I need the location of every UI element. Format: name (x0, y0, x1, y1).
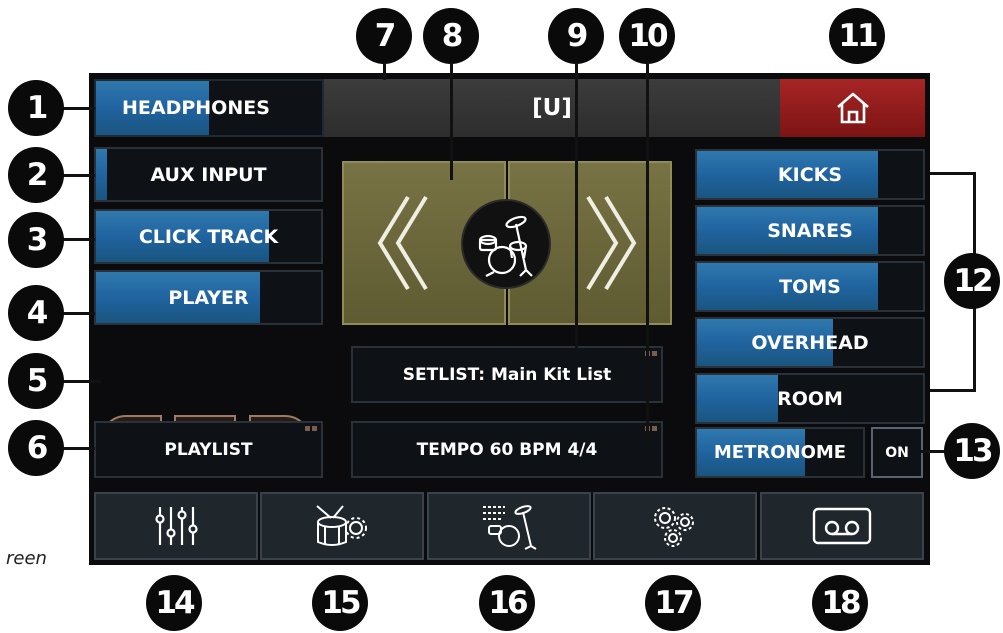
metronome-volume-button[interactable]: METRONOME (695, 427, 865, 478)
callout-13: 13 (944, 423, 1000, 479)
callout-line (646, 64, 649, 440)
channel-overhead-button[interactable]: OVERHEAD (695, 317, 925, 368)
callout-12: 12 (944, 253, 1000, 309)
callout-5: 5 (8, 353, 64, 409)
callout-17: 17 (645, 575, 701, 631)
headphones-label: HEADPHONES (122, 97, 270, 119)
double-chevron-right-icon (586, 195, 637, 291)
callout-18: 18 (812, 575, 868, 631)
nav-kit-setlist-button[interactable] (427, 492, 591, 560)
callout-7: 7 (356, 8, 412, 64)
nav-system-settings-button[interactable] (593, 492, 757, 560)
tempo-button[interactable]: TEMPO 60 BPM 4/4 (351, 421, 663, 478)
drum-kit-icon (478, 215, 533, 277)
metronome-on-toggle[interactable]: ON (871, 427, 923, 478)
channel-toms-label: TOMS (779, 275, 841, 298)
player-volume-button[interactable]: PLAYER (94, 270, 323, 325)
kit-name-bar: [U] (324, 79, 780, 137)
callout-14: 14 (146, 575, 202, 631)
click-track-label: CLICK TRACK (138, 225, 279, 248)
mixer-sliders-icon (155, 507, 198, 545)
side-caption: reen (6, 548, 47, 569)
callout-line (383, 64, 386, 80)
home-button[interactable] (780, 79, 925, 137)
channel-overhead-label: OVERHEAD (751, 331, 869, 354)
callout-1: 1 (8, 80, 64, 136)
metronome-label: METRONOME (713, 442, 847, 463)
click-track-volume-button[interactable]: CLICK TRACK (94, 209, 323, 264)
nav-mixer-button[interactable] (94, 492, 258, 560)
playlist-label: PLAYLIST (164, 439, 253, 460)
kit-selector (342, 161, 672, 325)
callout-11: 11 (829, 8, 885, 64)
player-label: PLAYER (168, 286, 249, 309)
nav-drum-settings-button[interactable] (260, 492, 424, 560)
metronome-toggle-label: ON (885, 444, 909, 461)
callout-8: 8 (423, 8, 479, 64)
callout-15: 15 (312, 575, 368, 631)
nav-recorder-button[interactable] (760, 492, 924, 560)
setlist-button[interactable]: SETLIST: Main Kit List (351, 346, 663, 403)
channel-snares-label: SNARES (767, 219, 853, 242)
callout-9: 9 (548, 8, 604, 64)
channel-toms-button[interactable]: TOMS (695, 261, 925, 312)
channel-room-button[interactable]: ROOM (695, 373, 925, 424)
aux-input-label: AUX INPUT (150, 163, 267, 186)
headphones-volume-button[interactable]: HEADPHONES (94, 79, 324, 137)
callout-10: 10 (619, 8, 675, 64)
callout-16: 16 (479, 575, 535, 631)
home-icon (836, 92, 869, 124)
double-chevron-left-icon (377, 195, 428, 291)
channel-snares-button[interactable]: SNARES (695, 205, 925, 256)
callout-line (450, 64, 453, 180)
aux-input-volume-button[interactable]: AUX INPUT (94, 147, 323, 202)
callout-6: 6 (8, 420, 64, 476)
callout-line (930, 172, 975, 175)
channel-kicks-label: KICKS (777, 163, 843, 186)
recorder-cassette-icon (812, 507, 872, 545)
channel-kicks-button[interactable]: KICKS (695, 149, 925, 200)
callout-4: 4 (8, 285, 64, 341)
drum-settings-icon (316, 505, 367, 546)
kit-select-button[interactable] (461, 199, 551, 289)
setlist-label: SETLIST: Main Kit List (402, 364, 612, 385)
channel-room-label: ROOM (777, 387, 843, 410)
callout-2: 2 (8, 147, 64, 203)
tempo-label: TEMPO 60 BPM 4/4 (416, 439, 598, 460)
kit-setlist-icon (483, 505, 537, 550)
playlist-button[interactable]: PLAYLIST (94, 421, 323, 478)
device-screen: HEADPHONES [U] AUX INPUT CLICK TRACK PLA… (89, 73, 930, 565)
kit-name: [U] (532, 95, 572, 121)
callout-line (930, 389, 975, 392)
system-settings-gears-icon (654, 507, 694, 547)
callout-line (575, 64, 578, 360)
callout-3: 3 (8, 212, 64, 268)
